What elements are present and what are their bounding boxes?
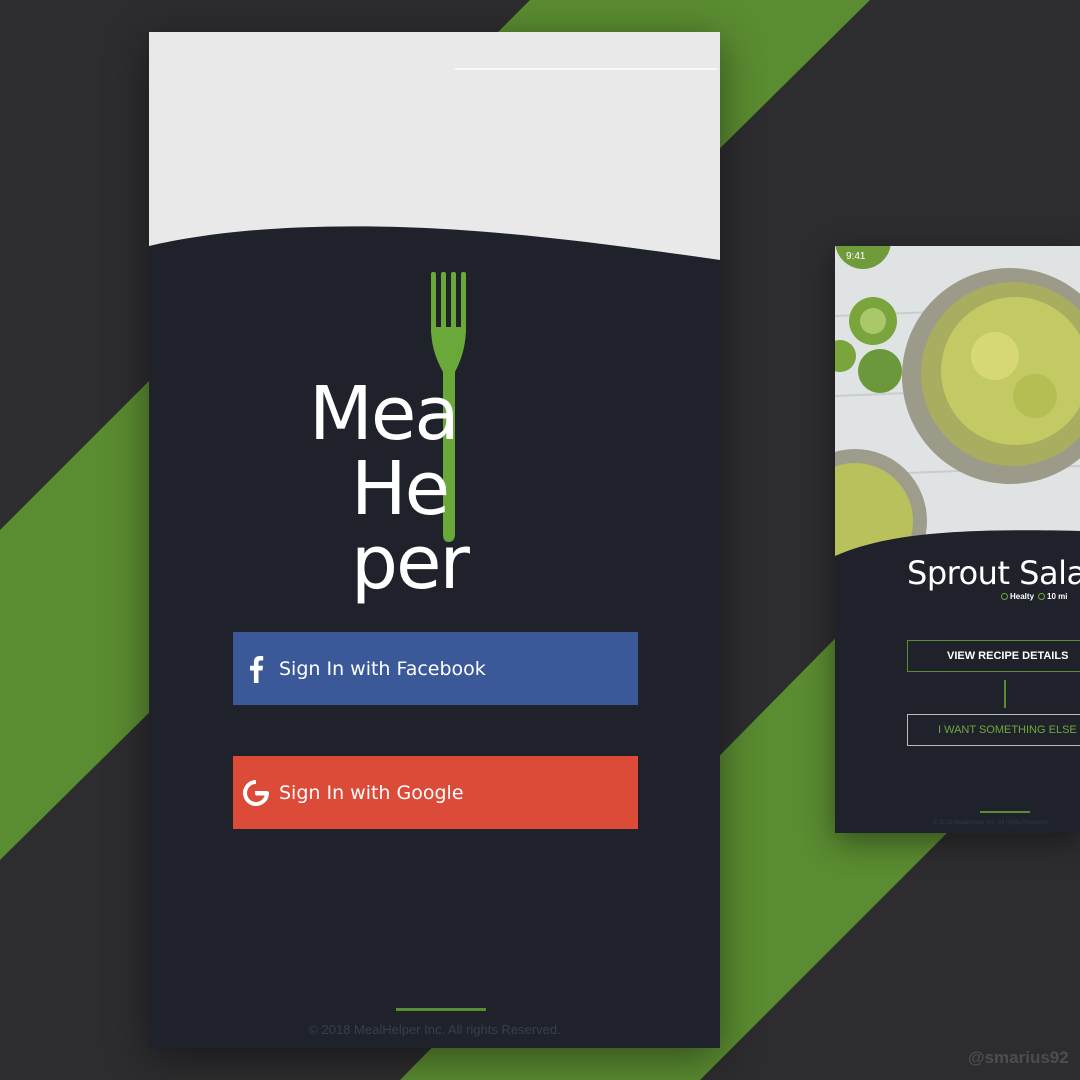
smile-icon (1001, 593, 1008, 600)
facebook-signin-button[interactable]: Sign In with Facebook (233, 632, 638, 705)
google-signin-button[interactable]: Sign In with Google (233, 756, 638, 829)
food-photo (835, 246, 1080, 566)
app-logo: Mea Heper (309, 272, 569, 600)
recipe-screen: 9:41 Sprout Salad Healty 10 mi VIEW RECI… (835, 246, 1080, 833)
copyright-text: © 2018 MealHelper Inc. All rights Reserv… (308, 1022, 561, 1037)
home-indicator (396, 1008, 486, 1011)
logo-text-line1: Mea (309, 371, 460, 457)
author-watermark: @smarius92 (968, 1048, 1069, 1067)
facebook-signin-label: Sign In with Facebook (279, 657, 486, 680)
logo-text-line2: Heper (351, 446, 470, 606)
tag-healthy: Healty (1001, 592, 1034, 601)
google-icon (233, 779, 279, 806)
login-screen: Mea Heper Sign In with Facebook Sign In … (149, 32, 720, 1048)
google-signin-label: Sign In with Google (279, 781, 464, 804)
home-indicator (980, 811, 1030, 813)
recipe-title: Sprout Salad (907, 554, 1080, 592)
something-else-button[interactable]: I WANT SOMETHING ELSE (907, 714, 1080, 746)
clock-icon (1038, 593, 1046, 600)
view-recipe-button[interactable]: VIEW RECIPE DETAILS (907, 640, 1080, 672)
recipe-tags: Healty 10 mi (1001, 592, 1067, 601)
tag-time: 10 mi (1038, 592, 1067, 601)
header-wave (149, 32, 720, 302)
button-connector (1004, 680, 1006, 708)
copyright-text: © 2018 MealHelper Inc. All rights Reserv… (933, 820, 1050, 826)
facebook-icon (233, 655, 279, 683)
status-time: 9:41 (846, 251, 866, 262)
